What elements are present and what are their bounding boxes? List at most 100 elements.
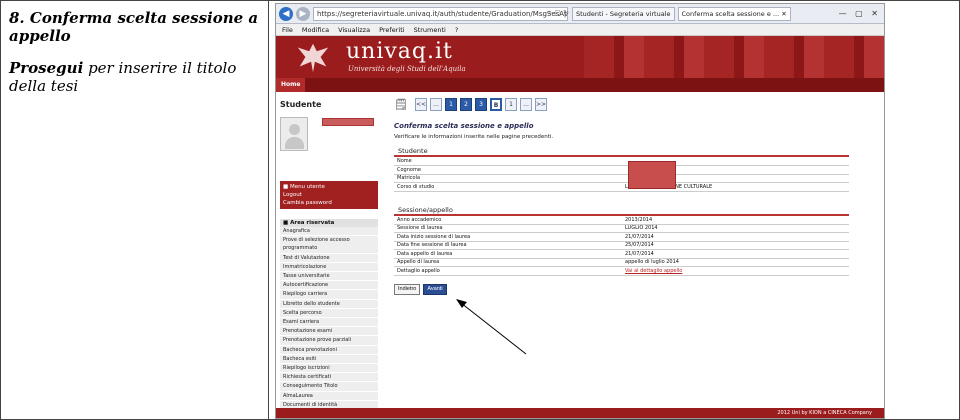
- table-row: Cognome: [394, 165, 849, 175]
- table-row: Matricola: [394, 174, 849, 183]
- row-label: Nome: [394, 157, 622, 166]
- sidebar-item-libretto[interactable]: Libretto dello studente: [280, 299, 378, 309]
- sidebar-item-prenotazione-esami[interactable]: Prenotazione esami: [280, 327, 378, 337]
- pager-step-3[interactable]: 3: [475, 97, 487, 111]
- sidebar-item-richiesta-certificati[interactable]: Richiesta certificati: [280, 373, 378, 383]
- sidebar-item-autocertificazione[interactable]: Autocertificazione: [280, 281, 378, 291]
- back-button[interactable]: Indietro: [394, 283, 421, 295]
- student-name-redacted: [322, 118, 374, 126]
- student-section-title: Studente: [394, 147, 849, 157]
- row-label: Anno accademico: [394, 215, 622, 225]
- table-row: Appello di laurea appello di luglio 2014: [394, 258, 849, 267]
- next-button[interactable]: Avanti: [423, 283, 447, 295]
- window-controls[interactable]: — ▢ ✕: [839, 9, 881, 18]
- sidebar-item-esami-carriera[interactable]: Esami carriera: [280, 318, 378, 328]
- avatar: [280, 117, 308, 151]
- slide-title: 8. Conferma scelta sessione a appello: [9, 9, 259, 45]
- row-label: Data appello di laurea: [394, 249, 622, 259]
- row-label: Data inizio sessione di laurea: [394, 232, 622, 242]
- table-row: Data appello di laurea 21/07/2014: [394, 249, 849, 259]
- table-row: Nome: [394, 157, 849, 166]
- menu-file[interactable]: File: [282, 26, 293, 34]
- menu-strumenti[interactable]: Strumenti: [414, 26, 446, 34]
- row-value: 21/07/2014: [622, 249, 849, 259]
- forward-arrow-icon[interactable]: ▶: [296, 6, 310, 21]
- user-menu: ■ Menu utente Logout Cambia password: [280, 181, 378, 209]
- menu-help[interactable]: ?: [455, 26, 458, 34]
- sidebar-item-immatricolazione[interactable]: Immatricolazione: [280, 262, 378, 273]
- pager-current-step: B: [490, 97, 502, 111]
- sidebar-item-scelta-percorso[interactable]: Scelta percorso: [280, 308, 378, 319]
- pager-next-step[interactable]: 1: [505, 97, 517, 111]
- pager-first[interactable]: <<: [415, 97, 427, 111]
- page-description: Verificare le informazioni inserite nell…: [394, 134, 554, 140]
- table-row: Dettaglio appello Vai al dettaglio appell…: [394, 266, 849, 276]
- slide: 8. Conferma scelta sessione a appello Pr…: [0, 0, 960, 420]
- pager-step-1[interactable]: 1: [445, 97, 457, 111]
- instruction-pane: 8. Conferma scelta sessione a appello Pr…: [1, 1, 269, 419]
- form-buttons: Indietro Avanti: [394, 283, 864, 295]
- table-row: Sessione di laurea LUGLIO 2014: [394, 224, 849, 233]
- sidebar-item-prove-selezione[interactable]: Prove di selezione accesso programmato: [280, 236, 378, 254]
- sidebar-item-test-valutazione[interactable]: Test di Valutazione: [280, 253, 378, 263]
- row-label: Cognome: [394, 165, 622, 175]
- sidebar-item-anagrafica[interactable]: Anagrafica: [280, 227, 378, 237]
- url-field[interactable]: https://segreteriavirtuale.univaq.it/aut…: [313, 6, 568, 21]
- row-value: 2013/2014: [622, 215, 849, 225]
- sidebar-item-bacheca-prenotazioni[interactable]: Bacheca prenotazioni: [280, 345, 378, 355]
- user-menu-heading: ■ Menu utente: [283, 184, 325, 190]
- table-row: Data fine sessione di laurea 25/07/2014: [394, 241, 849, 250]
- step-pager: 🗒 << ... 1 2 3 B 1 ... >>: [394, 96, 864, 112]
- browser-window: ◀ ▶ https://segreteriavirtuale.univaq.it…: [275, 3, 885, 419]
- site-footer: 2012 Uni by KION a CINECA Company: [276, 408, 884, 418]
- page-title: Conferma scelta sessione e appello: [394, 122, 534, 130]
- menu-preferiti[interactable]: Preferiti: [379, 26, 404, 34]
- change-password-link[interactable]: Cambia password: [283, 199, 375, 207]
- home-bar: Home: [276, 78, 884, 92]
- slide-subtitle: Prosegui per inserire il titolo della te…: [9, 59, 260, 95]
- sidebar-item-almalaurea[interactable]: AlmaLaurea: [280, 391, 378, 401]
- sidebar-heading: Studente: [280, 100, 322, 109]
- pager-step-2[interactable]: 2: [460, 97, 472, 111]
- sidebar-item-tasse[interactable]: Tasse universitarie: [280, 272, 378, 282]
- student-photo-redacted: [628, 161, 676, 189]
- back-arrow-icon[interactable]: ◀: [279, 6, 293, 21]
- menu-modifica[interactable]: Modifica: [302, 26, 329, 34]
- banner-decoration: [584, 36, 884, 78]
- table-row: Corso di studioLINGUE E MEDIAZIONE CULTU…: [394, 182, 849, 192]
- site-banner: univaq.it Università degli Studi dell'Aq…: [276, 36, 884, 78]
- pager-ellipsis-right: ...: [520, 97, 532, 111]
- row-value: 25/07/2014: [622, 241, 849, 250]
- sidebar-item-riepilogo-iscrizioni[interactable]: Riepilogo iscrizioni: [280, 364, 378, 374]
- pager-last[interactable]: >>: [535, 97, 547, 111]
- row-label: Dettaglio appello: [394, 266, 622, 276]
- row-label: Data fine sessione di laurea: [394, 241, 622, 250]
- sidebar-item-conseguimento-titolo[interactable]: Conseguimento Titolo: [280, 382, 378, 392]
- browser-tab-studenti[interactable]: Studenti - Segreteria virtuale: [572, 6, 675, 21]
- student-section: Studente Nome Cognome Matricola Corso di…: [394, 147, 849, 192]
- session-table: Anno accademico 2013/2014 Sessione di lau…: [394, 215, 849, 276]
- url-action-icons[interactable]: ⌕ ▢ ↻: [547, 9, 569, 18]
- table-row: Anno accademico 2013/2014: [394, 215, 849, 225]
- row-label: Matricola: [394, 174, 622, 183]
- sidebar-item-bacheca-esiti[interactable]: Bacheca esiti: [280, 354, 378, 365]
- reserved-area-heading: ■ Area riservata: [280, 219, 378, 227]
- address-bar-row: ◀ ▶ https://segreteriavirtuale.univaq.it…: [276, 4, 884, 24]
- row-value: 21/07/2014: [622, 232, 849, 242]
- browser-tab-conferma[interactable]: Conferma scelta sessione e ... ✕: [677, 6, 791, 21]
- browser-menu-bar: File Modifica Visualizza Preferiti Strum…: [276, 24, 884, 36]
- subtitle-emphasis: Prosegui: [9, 59, 84, 77]
- menu-visualizza[interactable]: Visualizza: [338, 26, 370, 34]
- appello-detail-link[interactable]: Vai al dettaglio appello: [622, 266, 849, 276]
- logout-link[interactable]: Logout: [283, 191, 375, 199]
- row-label: Appello di laurea: [394, 258, 622, 267]
- session-section: Sessione/appello Anno accademico 2013/201…: [394, 206, 849, 276]
- student-table: Nome Cognome Matricola Corso di studioLI…: [394, 157, 849, 192]
- home-link[interactable]: Home: [276, 78, 306, 92]
- eagle-logo-icon: [297, 43, 329, 73]
- row-value: LUGLIO 2014: [622, 224, 849, 233]
- pager-ellipsis-left: ...: [430, 97, 442, 111]
- sidebar-item-prove-parziali[interactable]: Prenotazione prove parziali: [280, 336, 378, 346]
- sidebar-item-riepilogo-carriera[interactable]: Riepilogo carriera: [280, 290, 378, 300]
- site-brand: univaq.it: [346, 39, 453, 64]
